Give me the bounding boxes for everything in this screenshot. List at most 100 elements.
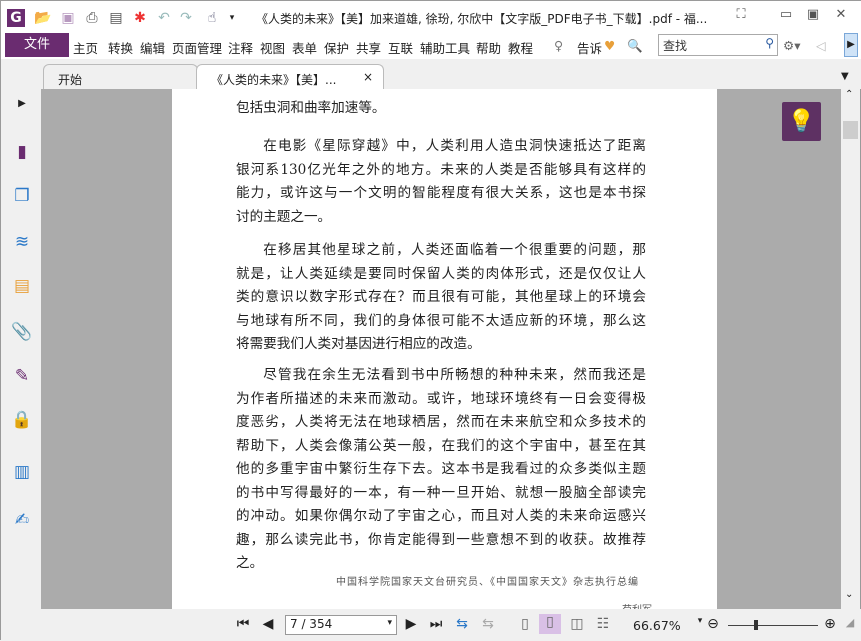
app-logo-icon[interactable]: G — [7, 9, 25, 27]
bookmark-icon[interactable]: ▮ — [11, 141, 33, 163]
menu-tutorial[interactable]: 教程 — [508, 38, 533, 57]
gear-icon[interactable]: ⚙▾ — [783, 38, 800, 53]
credit-line: 中国科学院国家天文台研究员、《中国国家天文》杂志执行总编 — [336, 577, 639, 588]
tab-close-icon[interactable]: × — [363, 70, 373, 84]
find-folder-icon[interactable]: 🔍 — [627, 38, 643, 54]
layers-icon[interactable]: ≋ — [11, 231, 33, 253]
title-bar: G 📂 ▣ ⎙ ▤ ✱ ↶ ↷ ☝ ▾ 《人类的未来》【美】加来道雄, 徐玢, … — [1, 1, 861, 33]
lightbulb-icon[interactable]: ♀ — [554, 38, 563, 53]
text-line: 趣，那么读完此书，你肯定能得到一些意想不到的收获。故推荐 — [236, 531, 646, 548]
tab-label: 开始 — [58, 73, 83, 87]
menu-protect[interactable]: 保护 — [324, 38, 349, 57]
ribbon-right-arrow-icon[interactable]: ▶ — [844, 33, 858, 57]
search-icon[interactable]: ⚲ — [765, 36, 774, 50]
text-line: 能力，或许这与一个文明的智能程度有很大关系，这也是本书探 — [236, 185, 646, 201]
menu-accessibility[interactable]: 辅助工具 — [420, 38, 470, 57]
menu-help[interactable]: 帮助 — [476, 38, 501, 57]
zoom-slider-handle[interactable] — [754, 620, 758, 630]
document-view: 包括虫洞和曲率加速等。 在电影《星际穿越》中，人类利用人造虫洞快速抵达了距离 银河系… — [41, 89, 841, 616]
expand-panel-icon[interactable]: ▶ — [11, 93, 33, 115]
page-dropdown-icon[interactable]: ▾ — [387, 618, 392, 628]
text-line: 他的多重宇宙中繁衍生存下去。这本书是我看过的众多类似主题 — [236, 461, 646, 477]
print-icon[interactable]: ⎙ — [83, 9, 101, 27]
previous-page-icon[interactable]: ◀ — [259, 616, 277, 632]
next-page-icon[interactable]: ▶ — [402, 616, 420, 632]
navigation-panel: ▶ ▮ ❐ ≋ ▤ 📎 ✎ 🔒 ▥ ✍ — [1, 89, 41, 609]
vertical-scrollbar[interactable]: ⌃ ⌄ — [841, 89, 860, 609]
resize-grip-icon[interactable]: ◢ — [841, 616, 859, 629]
menu-view[interactable]: 视图 — [260, 38, 285, 57]
close-button[interactable]: ✕ — [831, 7, 851, 27]
zoom-out-icon[interactable]: ⊖ — [704, 616, 722, 632]
hand-tool-icon[interactable]: ☝ — [203, 9, 221, 27]
last-page-icon[interactable]: ⏭ — [427, 616, 445, 632]
pdf-page: 包括虫洞和曲率加速等。 在电影《星际穿越》中，人类利用人造虫洞快速抵达了距离 银河系… — [172, 89, 717, 616]
menu-form[interactable]: 表单 — [292, 38, 317, 57]
text-line: 类的意识以数字形式存在？而且很有可能，其他星球上的环境会 — [236, 289, 646, 305]
text-line: 讨的主题之一。 — [236, 208, 332, 225]
menu-page-manage[interactable]: 页面管理 — [172, 38, 222, 57]
single-page-icon[interactable]: ▯ — [516, 616, 534, 632]
first-page-icon[interactable]: ⏮ — [234, 616, 252, 632]
text-line: 就是，让人类延续是要同时保留人类的肉体形式，还是仅仅让人 — [236, 265, 646, 282]
signature-icon[interactable]: ✎ — [11, 365, 33, 387]
zoom-level[interactable]: 66.67% — [633, 618, 681, 633]
save-icon[interactable]: ▣ — [59, 9, 77, 27]
text-line: 与地球有所不同，我们的身体很可能不太适应新的环境，那么这 — [236, 312, 646, 329]
page-number: 7 / 354 — [290, 617, 333, 631]
text-line: 尽管我在余生无法看到书中所畅想的种种未来，然而我还是 — [263, 367, 646, 383]
zoom-in-icon[interactable]: ⊕ — [821, 616, 839, 632]
form-fields-icon[interactable]: ▥ — [11, 461, 33, 483]
tab-start[interactable]: 开始 — [43, 64, 198, 89]
page-number-input[interactable]: 7 / 354 ▾ — [285, 615, 397, 635]
redo-icon[interactable]: ↷ — [177, 9, 195, 27]
tell-me[interactable]: 告诉 — [577, 38, 602, 57]
text-line: 之。 — [236, 555, 264, 571]
menu-home[interactable]: 主页 — [73, 38, 98, 57]
scroll-thumb[interactable] — [843, 121, 858, 139]
paragraph: 在电影《星际穿越》中，人类利用人造虫洞快速抵达了距离银河系130亿光年之外的地方… — [236, 135, 646, 229]
comments-icon[interactable]: ▤ — [11, 275, 33, 297]
menu-convert[interactable]: 转换 — [108, 38, 133, 57]
previous-view-icon[interactable]: ⇆ — [453, 616, 471, 632]
attachment-icon[interactable]: 📎 — [11, 321, 33, 343]
status-bar: ⏮ ◀ 7 / 354 ▾ ▶ ⏭ ⇆ ⇆ ▯ ▯ ◫ ☷ 66.67% ▾ ⊖ … — [1, 609, 861, 641]
text-line: 的书中写得最好的一本，有一种一旦开始、就想一股脑全部读完 — [236, 484, 646, 501]
lightbulb-tip-button[interactable]: 💡 — [782, 102, 821, 141]
menu-connect[interactable]: 互联 — [388, 38, 413, 57]
scroll-up-icon[interactable]: ⌃ — [845, 89, 853, 100]
scroll-down-icon[interactable]: ⌄ — [845, 589, 853, 600]
search-input[interactable]: 查找 ⚲ — [658, 34, 778, 56]
text-line: 度恶劣，人类将无法在地球栖居，然而在未来航空和众多技术的 — [236, 414, 646, 430]
open-icon[interactable]: 📂 — [34, 9, 52, 27]
window-title: 《人类的未来》【美】加来道雄, 徐玢, 尔欣中【文字版_PDF电子书_下载】.p… — [256, 12, 708, 26]
zoom-slider[interactable] — [728, 625, 818, 626]
continuous-facing-icon[interactable]: ☷ — [594, 616, 612, 632]
properties-icon[interactable]: ▤ — [107, 9, 125, 27]
file-menu[interactable]: 文件 — [5, 33, 69, 57]
tab-list-dropdown-icon[interactable]: ▼ — [841, 71, 849, 82]
fullscreen-icon[interactable]: ⛶ — [731, 7, 751, 27]
menu-edit[interactable]: 编辑 — [140, 38, 165, 57]
tab-document[interactable]: 《人类的未来》【美】... × — [196, 64, 384, 89]
maximize-button[interactable]: ▣ — [803, 7, 823, 27]
text-line: 在电影《星际穿越》中，人类利用人造虫洞快速抵达了距离 — [263, 138, 646, 154]
page-thumbnails-icon[interactable]: ❐ — [11, 185, 33, 207]
menu-share[interactable]: 共享 — [356, 38, 381, 57]
ribbon-left-arrow-icon[interactable]: ◁ — [816, 38, 826, 53]
text-line: 在移居其他星球之前，人类还面临着一个很重要的问题，那 — [263, 242, 646, 258]
continuous-page-icon[interactable]: ▯ — [539, 614, 561, 634]
customize-dropdown-icon[interactable]: ▾ — [223, 9, 241, 27]
undo-icon[interactable]: ↶ — [155, 9, 173, 27]
search-placeholder: 查找 — [663, 39, 688, 53]
paragraph: 尽管我在余生无法看到书中所畅想的种种未来，然而我还是 为作者所描述的未来而激动。或… — [236, 364, 646, 576]
new-icon[interactable]: ✱ — [131, 9, 149, 27]
next-view-icon[interactable]: ⇆ — [479, 616, 497, 632]
text-line: 银河系130亿光年之外的地方。未来的人类是否能够具有这样的 — [236, 161, 646, 178]
certificate-icon[interactable]: ✍ — [11, 509, 33, 531]
menu-comment[interactable]: 注释 — [228, 38, 253, 57]
minimize-button[interactable]: ▭ — [776, 7, 796, 27]
facing-pages-icon[interactable]: ◫ — [568, 616, 586, 632]
security-lock-icon[interactable]: 🔒 — [11, 409, 33, 431]
heart-icon[interactable]: ♥ — [604, 38, 615, 53]
